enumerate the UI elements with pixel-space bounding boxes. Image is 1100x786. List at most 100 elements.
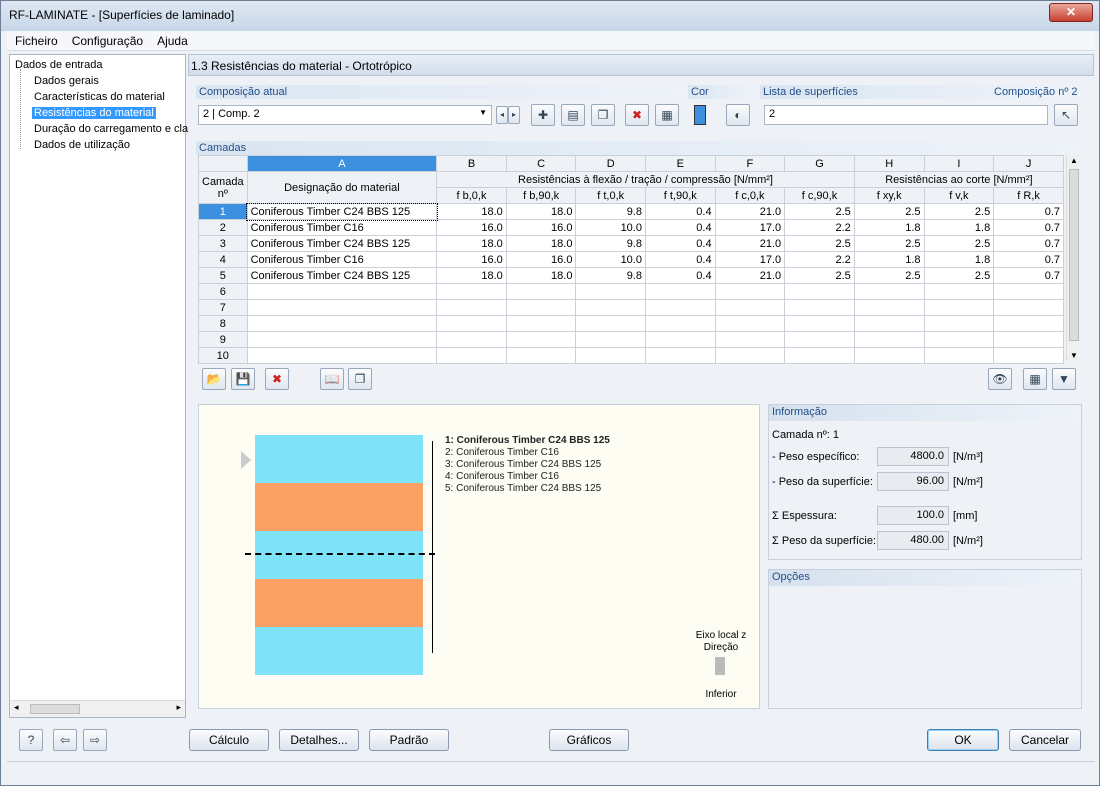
- value-cell[interactable]: [575, 299, 646, 316]
- row-number[interactable]: 4: [198, 251, 248, 268]
- row-number[interactable]: 7: [198, 299, 248, 316]
- save-icon[interactable]: 💾: [231, 368, 255, 390]
- value-cell[interactable]: 2.5: [784, 235, 855, 252]
- value-cell[interactable]: [644, 283, 716, 300]
- material-cell[interactable]: Coniferous Timber C24 BBS 125: [246, 202, 438, 221]
- value-cell[interactable]: 9.8: [575, 267, 646, 284]
- value-cell[interactable]: [436, 283, 507, 300]
- scroll-left-icon[interactable]: ◂: [14, 702, 19, 713]
- value-cell[interactable]: [853, 315, 925, 332]
- detalhes-button[interactable]: Detalhes...: [279, 729, 359, 751]
- value-cell[interactable]: [505, 347, 577, 364]
- value-cell[interactable]: 0.4: [644, 219, 716, 236]
- value-cell[interactable]: [923, 283, 995, 300]
- value-cell[interactable]: [993, 283, 1064, 300]
- value-cell[interactable]: [784, 331, 855, 348]
- value-cell[interactable]: [784, 299, 855, 316]
- value-cell[interactable]: [575, 347, 646, 364]
- value-cell[interactable]: [784, 347, 855, 364]
- chevron-down-icon[interactable]: ▼: [479, 108, 487, 117]
- value-cell[interactable]: 17.0: [714, 251, 786, 268]
- value-cell[interactable]: [993, 299, 1064, 316]
- value-cell[interactable]: 1.8: [853, 251, 925, 268]
- tree-item-dados-gerais[interactable]: Dados gerais: [34, 75, 99, 87]
- value-cell[interactable]: [784, 315, 855, 332]
- value-cell[interactable]: [923, 347, 995, 364]
- row-number[interactable]: 9: [198, 331, 248, 348]
- row-number[interactable]: 10: [198, 347, 248, 364]
- row-number[interactable]: 2: [198, 219, 248, 236]
- value-cell[interactable]: [714, 315, 786, 332]
- table-row[interactable]: 5 Coniferous Timber C24 BBS 125 18.0 18.0 9.…: [198, 267, 1064, 284]
- delete-icon[interactable]: ✖: [625, 104, 649, 126]
- tree-item-resistencias[interactable]: Resistências do material: [32, 107, 156, 119]
- padrao-button[interactable]: Padrão: [369, 729, 449, 751]
- value-cell[interactable]: 2.5: [853, 235, 925, 252]
- material-cell[interactable]: [246, 299, 438, 316]
- value-cell[interactable]: 21.0: [714, 203, 786, 220]
- material-cell[interactable]: Coniferous Timber C16: [246, 251, 438, 268]
- palette-icon[interactable]: ◐: [726, 104, 750, 126]
- material-cell[interactable]: Coniferous Timber C16: [246, 219, 438, 236]
- next-table-icon[interactable]: ⇨: [83, 729, 107, 751]
- value-cell[interactable]: [993, 315, 1064, 332]
- value-cell[interactable]: [784, 283, 855, 300]
- layer-3[interactable]: [255, 531, 423, 579]
- value-cell[interactable]: 0.4: [644, 251, 716, 268]
- value-cell[interactable]: [575, 315, 646, 332]
- value-cell[interactable]: [505, 283, 577, 300]
- scroll-right-icon[interactable]: ▸: [176, 702, 181, 713]
- value-cell[interactable]: 2.5: [853, 267, 925, 284]
- copy-icon[interactable]: ❐: [591, 104, 615, 126]
- value-cell[interactable]: [853, 347, 925, 364]
- tree-item-utilizacao[interactable]: Dados de utilização: [34, 139, 130, 151]
- ok-button[interactable]: OK: [927, 729, 999, 751]
- value-cell[interactable]: 10.0: [575, 219, 646, 236]
- value-cell[interactable]: 9.8: [575, 235, 646, 252]
- table-row[interactable]: 8: [198, 315, 1064, 332]
- value-cell[interactable]: [505, 331, 577, 348]
- value-cell[interactable]: [505, 299, 577, 316]
- scroll-thumb[interactable]: [1069, 169, 1079, 341]
- value-cell[interactable]: [993, 331, 1064, 348]
- layer-2[interactable]: [255, 483, 423, 531]
- scroll-down-icon[interactable]: ▼: [1070, 351, 1078, 360]
- value-cell[interactable]: 0.7: [993, 219, 1064, 236]
- material-cell[interactable]: [246, 315, 438, 332]
- graficos-button[interactable]: Gráficos: [549, 729, 629, 751]
- delete-row-icon[interactable]: ✖: [265, 368, 289, 390]
- value-cell[interactable]: [993, 347, 1064, 364]
- row-number[interactable]: 1: [198, 203, 248, 220]
- value-cell[interactable]: [923, 331, 995, 348]
- library-icon[interactable]: 📖: [320, 368, 344, 390]
- table-row[interactable]: 4 Coniferous Timber C16 16.0 16.0 10.0 0.4 17.…: [198, 251, 1064, 268]
- value-cell[interactable]: 0.7: [993, 267, 1064, 284]
- previous-table-icon[interactable]: ⇦: [53, 729, 77, 751]
- import-excel-icon[interactable]: ▼: [1052, 368, 1076, 390]
- calculo-button[interactable]: Cálculo: [189, 729, 269, 751]
- value-cell[interactable]: 0.7: [993, 235, 1064, 252]
- layer-5[interactable]: [255, 627, 423, 675]
- table-row[interactable]: 3 Coniferous Timber C24 BBS 125 18.0 18.0 9.…: [198, 235, 1064, 252]
- row-number[interactable]: 5: [198, 267, 248, 284]
- menu-ajuda[interactable]: Ajuda: [149, 31, 194, 48]
- table-vertical-scrollbar[interactable]: ▲ ▼: [1066, 155, 1080, 361]
- surface-list-input[interactable]: 2: [764, 105, 1048, 125]
- value-cell[interactable]: 1.8: [853, 219, 925, 236]
- value-cell[interactable]: 18.0: [436, 203, 507, 220]
- value-cell[interactable]: 10.0: [575, 251, 646, 268]
- new-composition-icon[interactable]: ✚: [531, 104, 555, 126]
- tree-horizontal-scrollbar[interactable]: ◂ ▸: [10, 700, 185, 717]
- row-number[interactable]: 6: [198, 283, 248, 300]
- value-cell[interactable]: 18.0: [436, 267, 507, 284]
- table-row[interactable]: 2 Coniferous Timber C16 16.0 16.0 10.0 0.4 17.…: [198, 219, 1064, 236]
- value-cell[interactable]: 18.0: [505, 267, 577, 284]
- row-number[interactable]: 8: [198, 315, 248, 332]
- value-cell[interactable]: 16.0: [436, 219, 507, 236]
- value-cell[interactable]: [714, 347, 786, 364]
- menu-ficheiro[interactable]: Ficheiro: [7, 31, 64, 48]
- next-icon[interactable]: ▸: [508, 106, 520, 124]
- cancelar-button[interactable]: Cancelar: [1009, 729, 1081, 751]
- menu-configuracao[interactable]: Configuração: [64, 31, 149, 48]
- open-icon[interactable]: 📂: [202, 368, 226, 390]
